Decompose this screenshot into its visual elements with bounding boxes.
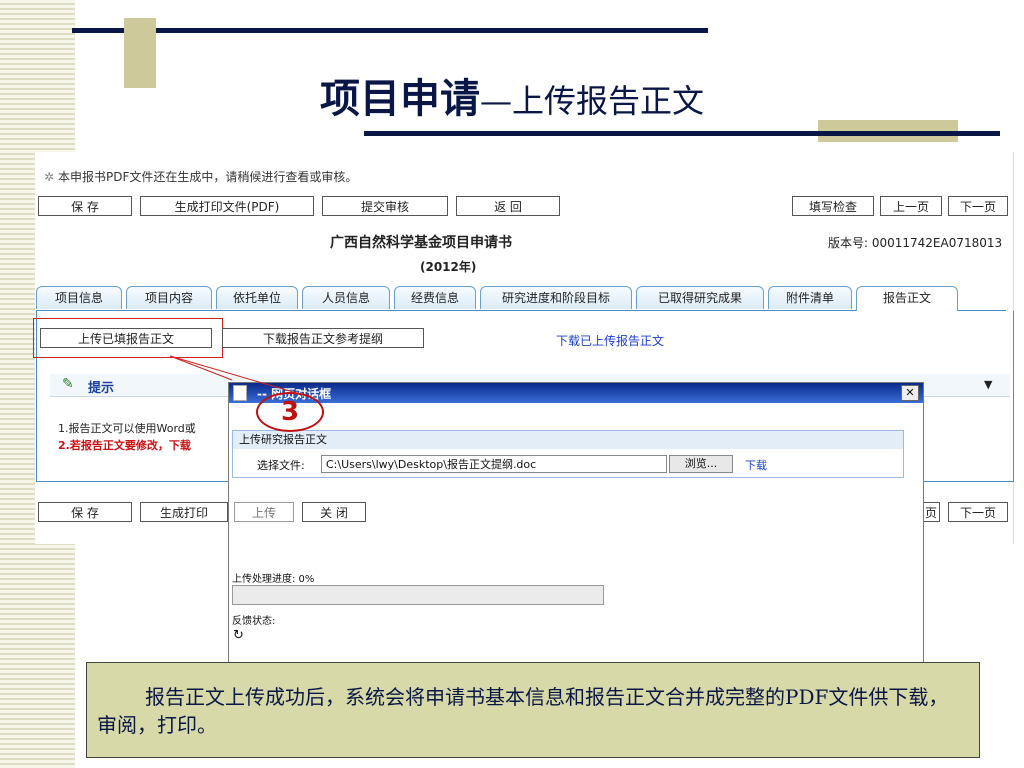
download-uploaded-link[interactable]: 下载已上传报告正文 [556,332,664,349]
progress-label: 上传处理进度: 0% [232,574,315,585]
prev-page-button-bottom[interactable]: 页 [922,502,940,522]
caption-text: 报告正文上传成功后，系统会将申请书基本信息和报告正文合并成完整的PDF文件供下载… [97,685,949,737]
tab-bar: 项目信息 项目内容 依托单位 人员信息 经费信息 研究进度和阶段目标 已取得研究… [36,286,1006,311]
next-page-button[interactable]: 下一页 [948,196,1008,216]
upload-section-title: 上传研究报告正文 [233,431,903,449]
download-link[interactable]: 下载 [745,457,767,473]
tab-schedule[interactable]: 研究进度和阶段目标 [480,286,632,309]
tab-funding[interactable]: 经费信息 [394,286,476,309]
progress-bar [232,585,604,605]
file-label: 选择文件: [257,459,305,472]
generate-pdf-button[interactable]: 生成打印文件(PDF) [140,196,314,216]
tab-personnel[interactable]: 人员信息 [302,286,390,309]
close-icon[interactable]: ✕ [901,385,919,401]
tab-project-info[interactable]: 项目信息 [36,286,122,309]
collapse-arrow-icon[interactable]: ▼ [984,378,992,391]
decorative-underline-bar [364,131,1000,136]
file-path-input[interactable]: C:\Users\lwy\Desktop\报告正文提纲.doc [321,455,667,473]
dialog-titlebar: -- 网页对话框 ✕ [229,383,923,403]
back-button[interactable]: 返 回 [456,196,560,216]
refresh-icon: ↻ [233,628,244,643]
upload-dialog: -- 网页对话框 ✕ [228,382,924,672]
status-label: 反馈状态: [232,616,276,627]
download-outline-button[interactable]: 下载报告正文参考提纲 [222,328,424,348]
tab-report-body[interactable]: 报告正文 [856,286,958,311]
next-page-button-bottom[interactable]: 下一页 [948,502,1008,522]
slide-title-main: 项目申请 [319,75,480,122]
version-number: 版本号: 00011742EA0718013 [828,236,1003,250]
decorative-top-bar [72,28,708,33]
fill-check-button[interactable]: 填写检查 [792,196,874,216]
slide-title-sub: —上传报告正文 [479,82,704,120]
upload-section: 上传研究报告正文 选择文件: C:\Users\lwy\Desktop\报告正文… [232,430,904,478]
pen-icon: ✎ [62,376,74,392]
document-icon [233,385,247,401]
step-marker: 3 [256,392,324,432]
save-button[interactable]: 保 存 [38,196,132,216]
document-title: 广西自然科学基金项目申请书 [330,235,512,251]
tab-project-content[interactable]: 项目内容 [126,286,212,309]
hint-line-2: 2.若报告正文要修改，下载 [58,439,191,452]
notice-text: 本申报书PDF文件还在生成中，请稍候进行查看或审核。 [58,170,358,184]
browse-button[interactable]: 浏览... [669,455,733,473]
highlight-box [33,318,223,358]
caption-box: 报告正文上传成功后，系统会将申请书基本信息和报告正文合并成完整的PDF文件供下载… [86,662,980,758]
tab-achievements[interactable]: 已取得研究成果 [636,286,764,309]
upload-button[interactable]: 上传 [234,502,294,522]
save-button-bottom[interactable]: 保 存 [38,502,132,522]
prev-page-button[interactable]: 上一页 [880,196,942,216]
submit-review-button[interactable]: 提交审核 [322,196,448,216]
document-year: (2012年) [420,260,477,274]
generate-pdf-button-bottom[interactable]: 生成打印 [140,502,228,522]
close-button[interactable]: 关 闭 [302,502,366,522]
tab-attachments[interactable]: 附件清单 [768,286,852,309]
hint-title: 提示 [88,381,115,396]
pdf-notice: ✲ 本申报书PDF文件还在生成中，请稍候进行查看或审核。 [44,168,357,185]
hint-line-1: 1.报告正文可以使用Word或 [58,422,196,435]
slide-title: 项目申请—上传报告正文 [0,66,1024,124]
tab-host-unit[interactable]: 依托单位 [216,286,298,309]
loading-icon: ✲ [44,170,55,184]
